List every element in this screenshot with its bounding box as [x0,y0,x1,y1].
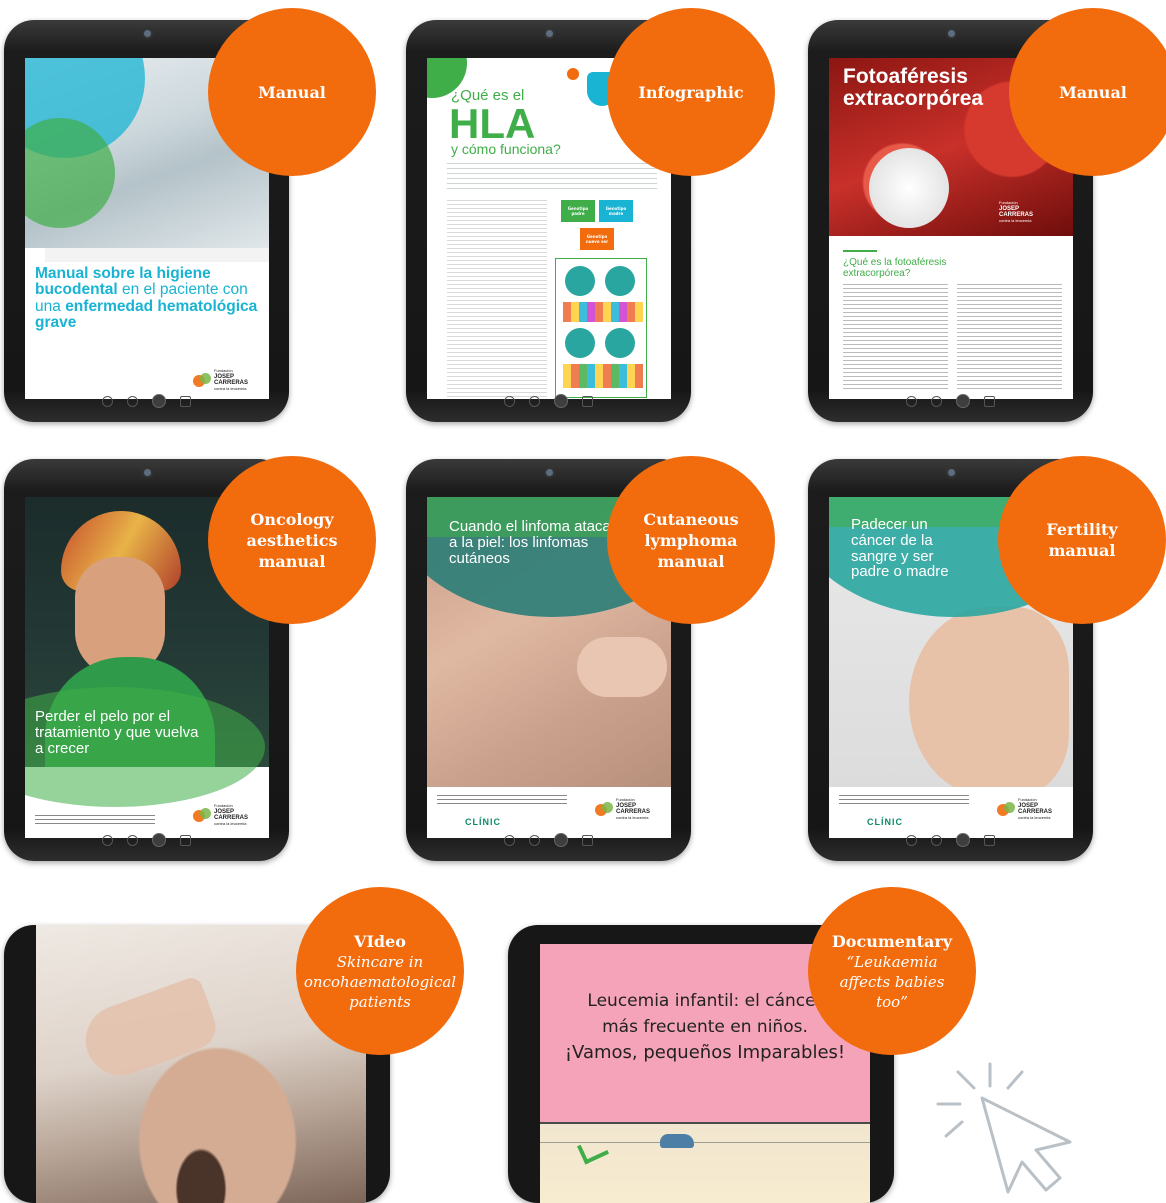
cover-question: ¿Qué es la fotoaféresis extracorpórea? [843,257,947,279]
home-icon [956,833,970,847]
back-icon [906,834,917,846]
camera-icon [947,30,955,37]
chip-mother: Genotipo madre [599,200,633,222]
back-icon [102,395,113,407]
search-icon [931,395,942,407]
menu-icon [180,395,191,407]
badge-infographic[interactable]: Infographic [607,8,775,176]
cover-title: Perder el pelo por el tratamiento y que … [35,708,199,757]
tablet-nav [406,388,691,414]
badge-fertility[interactable]: Fertility manual [998,456,1166,624]
home-icon [152,833,166,847]
badge-cutaneous-lymphoma[interactable]: Cutaneous lymphoma manual [607,456,775,624]
search-icon [931,834,942,846]
tablet-nav [808,827,1093,853]
badge-oncology-aesthetics[interactable]: Oncology aesthetics manual [208,456,376,624]
camera-icon [143,469,151,476]
camera-icon [545,469,553,476]
menu-icon [984,834,995,846]
menu-icon [582,834,593,846]
home-icon [554,394,568,408]
camera-icon [947,469,955,476]
tablet-nav [4,827,289,853]
cover-post: y cómo funciona? [451,141,561,157]
back-icon [504,395,515,407]
search-icon [127,834,138,846]
clinic-logo: CLÍNIC [465,817,501,827]
cake-icon [567,68,579,80]
tablet-nav [808,388,1093,414]
fundacion-logo: Fundación JOSEP CARRERAS contra la leucemia [997,797,1052,821]
chip-new: Genotipo nuevo ser [580,228,614,250]
cover-title: Cuando el linfoma ataca a la piel: los l… [449,518,611,567]
clinic-logo: CLÍNIC [867,817,903,827]
menu-icon [582,395,593,407]
cover-title: Padecer un cáncer de la sangre y ser pad… [851,516,949,581]
back-icon [102,834,113,846]
search-icon [127,395,138,407]
back-icon [906,395,917,407]
home-icon [152,394,166,408]
search-icon [529,395,540,407]
home-icon [956,394,970,408]
menu-icon [180,834,191,846]
badge-video[interactable]: VIdeo Skincare in oncohaematological pat… [296,887,464,1055]
menu-icon [984,395,995,407]
badge-manual[interactable]: Manual [208,8,376,176]
cover-big: HLA [449,100,536,147]
cursor-click-icon [936,1062,1072,1194]
search-icon [529,834,540,846]
fundacion-logo: Fundación JOSEP CARRERAS contra la leucemia [999,200,1034,223]
back-icon [504,834,515,846]
tablet-nav [406,827,691,853]
car-icon [660,1134,694,1148]
home-icon [554,833,568,847]
fundacion-logo: Fundación JOSEP CARRERAS contra la leucemia [193,803,248,827]
tablet-nav [4,388,289,414]
badge-documentary[interactable]: Documentary “Leukaemia affects babies to… [808,887,976,1055]
camera-icon [143,30,151,37]
chip-father: Genotipo padre [561,200,595,222]
fundacion-logo: Fundación JOSEP CARRERAS contra la leucemia [595,797,650,821]
camera-icon [545,30,553,37]
cover-title: Fotoaféresis extracorpórea [843,65,984,111]
cover-title: Manual sobre la higiene bucodental en el… [35,265,258,331]
badge-manual-2[interactable]: Manual [1009,8,1166,176]
